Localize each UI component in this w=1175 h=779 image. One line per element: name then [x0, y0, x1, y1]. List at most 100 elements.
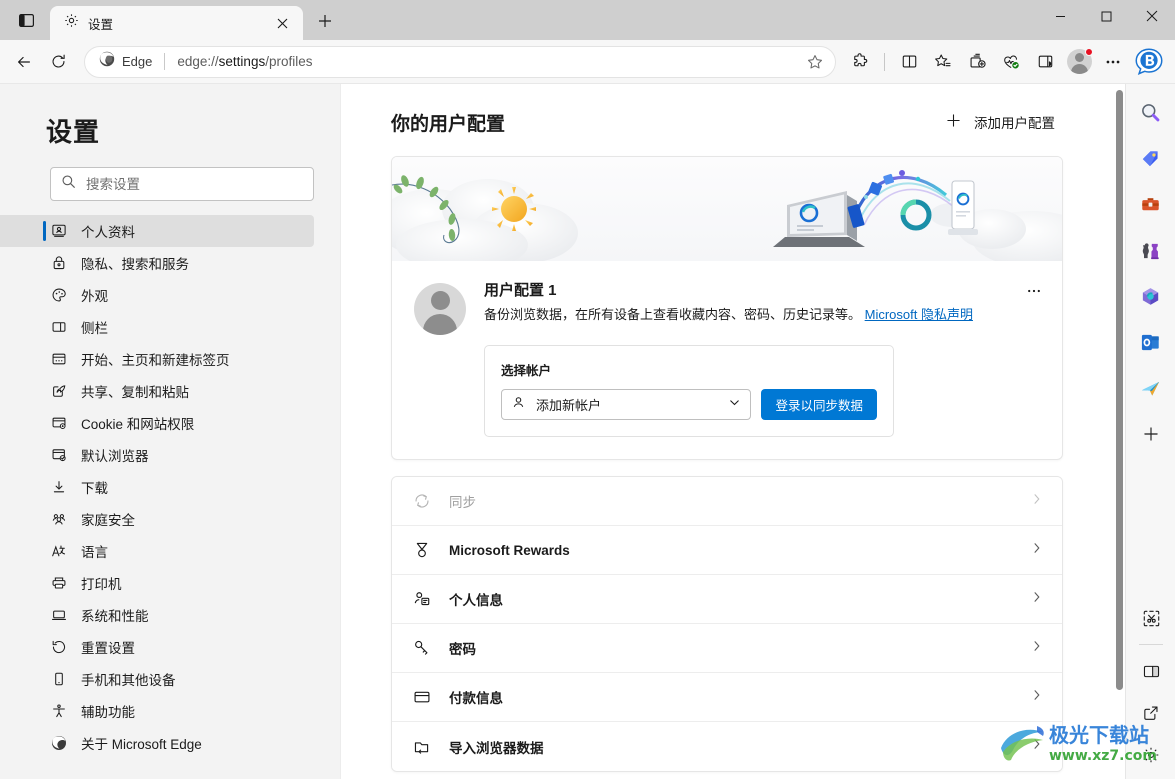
tab-actions-icon[interactable]: [8, 0, 44, 40]
tab-settings[interactable]: 设置: [50, 6, 303, 40]
omnibox-divider: [164, 53, 166, 70]
favorites-icon[interactable]: [927, 46, 959, 78]
scrollbar-thumb[interactable]: [1116, 90, 1123, 690]
link-label: 导入浏览器数据: [449, 740, 544, 756]
printer-icon: [50, 575, 67, 592]
shopping-tag-icon[interactable]: [1135, 142, 1167, 174]
sidebar-item-cookies[interactable]: Cookie 和网站权限: [0, 407, 314, 439]
snip-icon[interactable]: [1135, 602, 1167, 634]
profile-avatar: [414, 283, 466, 335]
phone-icon: [50, 671, 67, 688]
gear-icon[interactable]: [1135, 739, 1167, 771]
profile-more-options-icon[interactable]: [1020, 277, 1048, 305]
split-screen-icon[interactable]: [893, 46, 925, 78]
sidebar-item-accessibility[interactable]: 辅助功能: [0, 695, 314, 727]
profile-card: 用户配置 1 备份浏览数据，在所有设备上查看收藏内容、密码、历史记录等。 Mic…: [391, 156, 1063, 461]
import-icon: [412, 737, 431, 756]
link-row-sync[interactable]: 同步: [392, 477, 1062, 527]
collections-icon[interactable]: [961, 46, 993, 78]
family-icon: [50, 511, 67, 528]
browser-toolbar: Edge edge://settings/profiles: [0, 40, 1175, 84]
link-row-passwords[interactable]: 密码: [392, 624, 1062, 674]
games-icon[interactable]: [1135, 234, 1167, 266]
sidebar-item-label: 外观: [81, 289, 108, 304]
url-suffix: /profiles: [265, 54, 313, 69]
settings-sidebar: 设置 搜索设置 个人资料 隐私、搜索和服务 外观 侧栏 开始、主页和新建标签页 …: [0, 84, 341, 779]
sidebar-item-label: 关于 Microsoft Edge: [81, 737, 202, 752]
refresh-icon[interactable]: [42, 46, 74, 78]
sidebar-item-sidebar[interactable]: 侧栏: [0, 311, 314, 343]
link-row-payment[interactable]: 付款信息: [392, 673, 1062, 723]
sidebar-item-label: 打印机: [81, 577, 122, 592]
rail-divider: [1139, 644, 1163, 645]
sidebar-item-label: 开始、主页和新建标签页: [81, 353, 230, 368]
address-bar[interactable]: Edge edge://settings/profiles: [84, 45, 836, 78]
sidebar-item-reset[interactable]: 重置设置: [0, 631, 314, 663]
drop-icon[interactable]: [1029, 46, 1061, 78]
sidebar-item-label: 家庭安全: [81, 513, 135, 528]
sidebar-item-privacy[interactable]: 隐私、搜索和服务: [0, 247, 314, 279]
sidebar-item-family[interactable]: 家庭安全: [0, 503, 314, 535]
search-settings-box[interactable]: [50, 167, 314, 201]
minimize-button[interactable]: [1037, 0, 1083, 32]
sidebar-item-share[interactable]: 共享、复制和粘贴: [0, 375, 314, 407]
profile-description: 备份浏览数据，在所有设备上查看收藏内容、密码、历史记录等。 Microsoft …: [484, 305, 1024, 325]
back-icon[interactable]: [8, 46, 40, 78]
tools-icon[interactable]: [1135, 188, 1167, 220]
toolbar-divider: [884, 52, 885, 71]
page-scrollbar[interactable]: [1116, 90, 1123, 719]
chevron-right-icon: [1030, 541, 1044, 560]
link-row-rewards[interactable]: Microsoft Rewards: [392, 526, 1062, 576]
add-profile-button[interactable]: 添加用户配置: [938, 106, 1063, 138]
browser-essentials-icon[interactable]: [995, 46, 1027, 78]
maximize-button[interactable]: [1083, 0, 1129, 32]
sidebar-item-system[interactable]: 系统和性能: [0, 599, 314, 631]
search-input[interactable]: [86, 176, 303, 192]
url-prefix: edge://: [177, 54, 219, 69]
chevron-right-icon: [1030, 688, 1044, 707]
avatar[interactable]: [1063, 46, 1095, 78]
content-header: 你的用户配置 添加用户配置: [391, 106, 1063, 138]
link-row-import[interactable]: 导入浏览器数据: [392, 722, 1062, 772]
close-button[interactable]: [1129, 0, 1175, 32]
add-icon[interactable]: [1135, 418, 1167, 450]
profile-name: 用户配置 1: [484, 282, 557, 299]
sidebar-item-label: 共享、复制和粘贴: [81, 385, 189, 400]
extensions-icon[interactable]: [844, 46, 876, 78]
open-external-icon[interactable]: [1135, 697, 1167, 729]
sidebar-item-label: 隐私、搜索和服务: [81, 257, 189, 272]
favorite-star-icon[interactable]: [801, 48, 829, 76]
default-browser-icon: [50, 447, 67, 464]
key-icon: [412, 639, 431, 658]
copilot-icon[interactable]: [1131, 44, 1167, 80]
sidebar-item-about[interactable]: 关于 Microsoft Edge: [0, 727, 314, 759]
account-selection-box: 选择帐户 添加新帐户 登录以同步数据: [484, 345, 894, 438]
outlook-icon[interactable]: [1135, 326, 1167, 358]
account-section-label: 选择帐户: [501, 364, 552, 379]
sidebar-item-printers[interactable]: 打印机: [0, 567, 314, 599]
sidebar-item-appearance[interactable]: 外观: [0, 279, 314, 311]
link-row-personal-info[interactable]: 个人信息: [392, 575, 1062, 625]
gear-icon: [64, 13, 79, 33]
profile-description-text: 备份浏览数据，在所有设备上查看收藏内容、密码、历史记录等。: [484, 307, 862, 322]
split-view-icon[interactable]: [1135, 655, 1167, 687]
more-options-icon[interactable]: [1097, 46, 1129, 78]
sidebar-item-profile[interactable]: 个人资料: [0, 215, 314, 247]
plane-icon[interactable]: [1135, 372, 1167, 404]
account-select[interactable]: 添加新帐户: [501, 389, 752, 421]
sidebar-item-phone[interactable]: 手机和其他设备: [0, 663, 314, 695]
search-icon: [61, 174, 76, 194]
sidebar-item-languages[interactable]: 语言: [0, 535, 314, 567]
sidebar-item-startpage[interactable]: 开始、主页和新建标签页: [0, 343, 314, 375]
new-tab-icon[interactable]: [309, 5, 341, 37]
signin-sync-button[interactable]: 登录以同步数据: [761, 389, 877, 421]
settings-content: 你的用户配置 添加用户配置 用户配置 1 备份浏览数据，在所有设备上查看收藏内容…: [341, 84, 1125, 779]
search-icon[interactable]: [1135, 96, 1167, 128]
accessibility-icon: [50, 703, 67, 720]
link-label: 密码: [449, 642, 476, 658]
microsoft365-icon[interactable]: [1135, 280, 1167, 312]
close-icon[interactable]: [271, 12, 293, 34]
sidebar-item-downloads[interactable]: 下载: [0, 471, 314, 503]
privacy-statement-link[interactable]: Microsoft 隐私声明: [865, 307, 973, 322]
sidebar-item-default-browser[interactable]: 默认浏览器: [0, 439, 314, 471]
